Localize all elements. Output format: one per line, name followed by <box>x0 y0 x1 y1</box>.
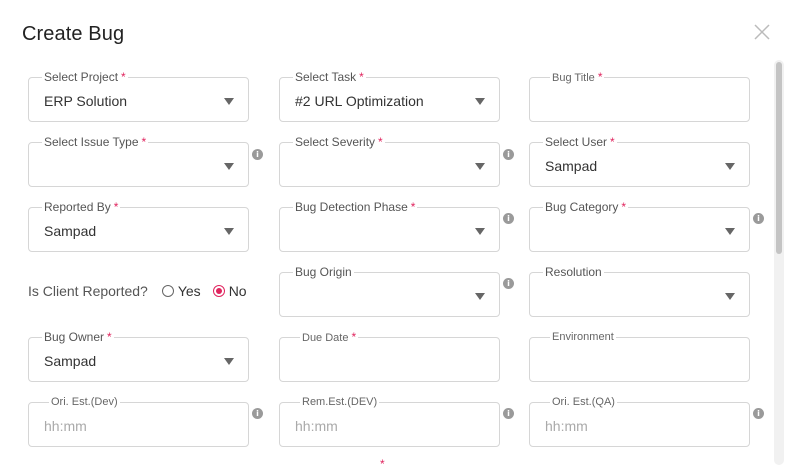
chevron-down-icon <box>224 98 234 105</box>
dialog-title: Create Bug <box>22 23 125 45</box>
select-project-dropdown[interactable]: Select Project * ERP Solution <box>28 71 249 122</box>
required-asterisk: * <box>378 135 383 149</box>
select-task-dropdown[interactable]: Select Task * #2 URL Optimization <box>279 71 500 122</box>
chevron-down-icon <box>725 228 735 235</box>
select-user-dropdown[interactable]: Select User * Sampad <box>529 136 750 187</box>
close-icon[interactable] <box>752 22 772 42</box>
ori-est-dev-input[interactable]: Ori. Est.(Dev) hh:mm <box>28 396 249 447</box>
info-icon[interactable]: i <box>252 408 263 419</box>
radio-yes-label: Yes <box>177 283 201 299</box>
bug-title-label: Bug Title <box>552 72 595 84</box>
bug-detection-phase-dropdown[interactable]: Bug Detection Phase * <box>279 201 500 252</box>
info-icon[interactable]: i <box>503 408 514 419</box>
bug-origin-label: Bug Origin <box>295 265 352 279</box>
chevron-down-icon <box>224 228 234 235</box>
rem-est-dev-input[interactable]: Rem.Est.(DEV) hh:mm <box>279 396 500 447</box>
bug-detection-phase-label: Bug Detection Phase <box>295 200 408 214</box>
chevron-down-icon <box>224 358 234 365</box>
chevron-down-icon <box>224 163 234 170</box>
required-asterisk: * <box>121 70 126 84</box>
select-task-value: #2 URL Optimization <box>295 93 424 109</box>
select-issue-type-dropdown[interactable]: Select Issue Type * <box>28 136 249 187</box>
bug-owner-dropdown[interactable]: Bug Owner * Sampad <box>28 331 249 382</box>
scrollbar-thumb[interactable] <box>776 62 782 254</box>
ori-est-qa-input[interactable]: Ori. Est.(QA) hh:mm <box>529 396 750 447</box>
required-asterisk: * <box>597 70 603 84</box>
select-issue-type-label: Select Issue Type <box>44 135 139 149</box>
required-asterisk: * <box>380 457 385 471</box>
ori-est-qa-placeholder: hh:mm <box>545 418 588 434</box>
required-asterisk: * <box>610 135 615 149</box>
due-date-label: Due Date <box>302 332 349 344</box>
bug-origin-dropdown[interactable]: Bug Origin <box>279 266 500 317</box>
reported-by-dropdown[interactable]: Reported By * Sampad <box>28 201 249 252</box>
ori-est-dev-placeholder: hh:mm <box>44 418 87 434</box>
select-project-label: Select Project <box>44 70 119 84</box>
info-icon[interactable]: i <box>503 278 514 289</box>
radio-no[interactable] <box>212 285 225 297</box>
client-reported-yes[interactable]: Yes <box>161 283 201 299</box>
create-bug-dialog: Create Bug Select Project * ERP Solution … <box>0 0 793 475</box>
client-reported-label: Is Client Reported? <box>28 283 148 299</box>
info-icon[interactable]: i <box>252 149 263 160</box>
environment-input[interactable]: Environment <box>529 331 750 382</box>
chevron-down-icon <box>725 163 735 170</box>
bug-owner-label: Bug Owner <box>44 330 105 344</box>
required-asterisk: * <box>141 135 147 149</box>
reported-by-label: Reported By <box>44 200 111 214</box>
resolution-dropdown[interactable]: Resolution <box>529 266 750 317</box>
info-icon[interactable]: i <box>503 149 514 160</box>
required-asterisk: * <box>621 200 627 214</box>
radio-yes[interactable] <box>161 285 174 297</box>
select-severity-dropdown[interactable]: Select Severity * <box>279 136 500 187</box>
select-user-label: Select User <box>545 135 608 149</box>
select-user-value: Sampad <box>545 158 598 174</box>
client-reported-group: Is Client Reported? Yes No <box>28 283 247 299</box>
required-asterisk: * <box>359 70 364 84</box>
chevron-down-icon <box>475 163 485 170</box>
chevron-down-icon <box>725 293 735 300</box>
rem-est-dev-label: Rem.Est.(DEV) <box>300 396 380 409</box>
select-severity-label: Select Severity <box>295 135 376 149</box>
environment-label: Environment <box>552 331 614 343</box>
required-asterisk: * <box>351 330 357 344</box>
resolution-label: Resolution <box>545 265 602 279</box>
info-icon[interactable]: i <box>753 408 764 419</box>
rem-est-dev-placeholder: hh:mm <box>295 418 338 434</box>
select-task-label: Select Task <box>295 70 357 84</box>
radio-no-label: No <box>228 283 247 299</box>
chevron-down-icon <box>475 228 485 235</box>
client-reported-no[interactable]: No <box>212 283 247 299</box>
required-asterisk: * <box>410 200 416 214</box>
chevron-down-icon <box>475 293 485 300</box>
bug-category-dropdown[interactable]: Bug Category * <box>529 201 750 252</box>
chevron-down-icon <box>475 98 485 105</box>
ori-est-qa-label: Ori. Est.(QA) <box>550 396 617 409</box>
bug-category-label: Bug Category <box>545 200 619 214</box>
select-project-value: ERP Solution <box>44 93 128 109</box>
required-asterisk: * <box>113 200 119 214</box>
bug-title-input[interactable]: Bug Title * <box>529 71 750 122</box>
due-date-input[interactable]: Due Date * <box>279 331 500 382</box>
info-icon[interactable]: i <box>753 213 764 224</box>
reported-by-value: Sampad <box>44 223 97 239</box>
ori-est-dev-label: Ori. Est.(Dev) <box>49 396 120 409</box>
required-asterisk: * <box>107 330 112 344</box>
info-icon[interactable]: i <box>503 213 514 224</box>
bug-owner-value: Sampad <box>44 353 97 369</box>
